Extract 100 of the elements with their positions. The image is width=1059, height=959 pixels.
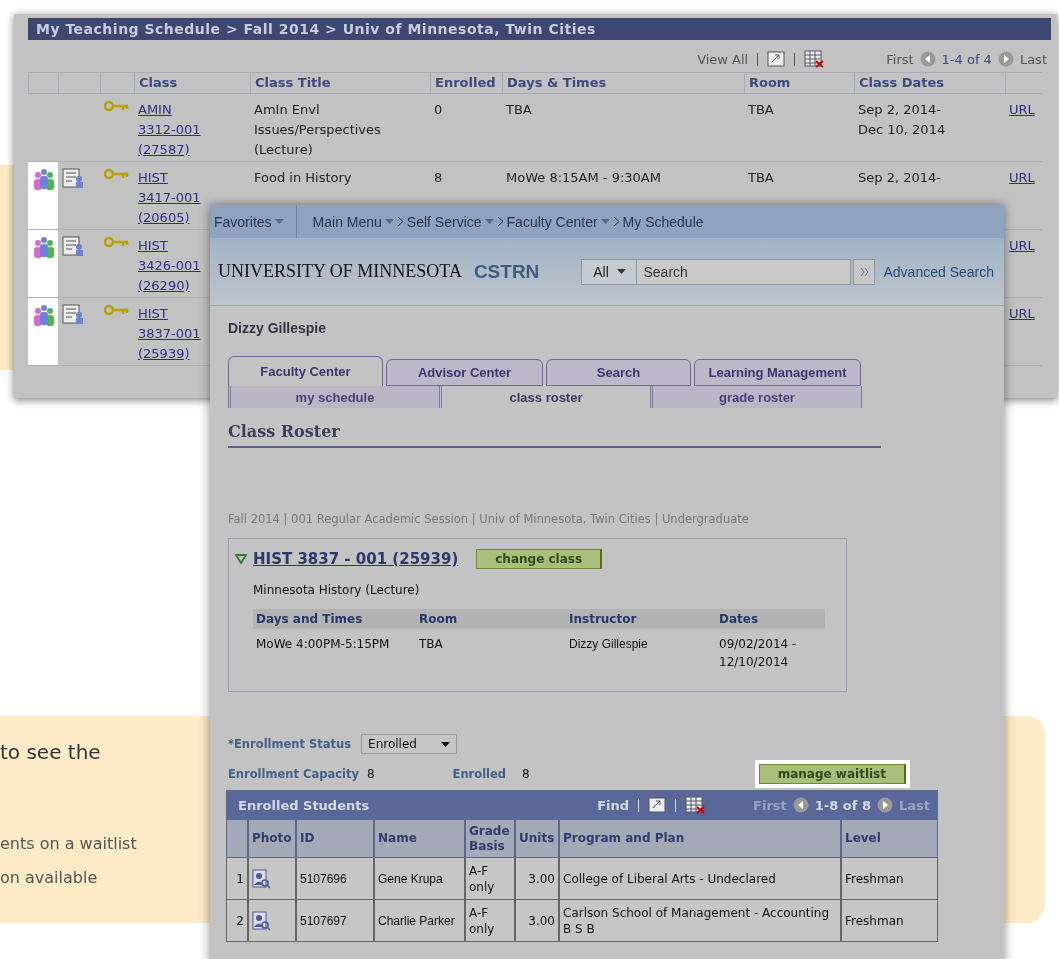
- chevron-icon: [397, 217, 403, 226]
- class-link[interactable]: (27587): [138, 140, 190, 160]
- class-link[interactable]: (25939): [138, 344, 190, 364]
- search-go-button[interactable]: [853, 258, 876, 285]
- chevron-icon: [613, 217, 619, 226]
- new-window-icon[interactable]: [648, 797, 667, 813]
- enrollment-status-dropdown[interactable]: Enrolled: [361, 734, 458, 754]
- nav-menu-item[interactable]: My Schedule: [618, 213, 708, 230]
- class-link[interactable]: HIST: [138, 236, 168, 256]
- people-icon[interactable]: [32, 168, 56, 190]
- nav-menu-item[interactable]: Favorites: [210, 213, 288, 230]
- caret-icon: [274, 219, 284, 224]
- advanced-search-link[interactable]: Advanced Search: [883, 263, 994, 280]
- people-icon[interactable]: [32, 236, 56, 258]
- callout-text: ents on a waitlist: [0, 834, 137, 853]
- class-link[interactable]: 3312-001: [138, 120, 201, 140]
- tab[interactable]: Search: [546, 359, 691, 386]
- chevron-icon: [497, 217, 503, 226]
- change-class-button[interactable]: change class: [476, 549, 603, 569]
- system-name: CSTRN: [473, 260, 540, 283]
- column-header: Program and Plan: [559, 820, 841, 858]
- view-all-link[interactable]: View All: [697, 51, 749, 67]
- tab[interactable]: Learning Management: [694, 359, 861, 386]
- column-header: Class Dates: [854, 72, 1005, 94]
- column-header: Grade Basis: [465, 820, 515, 858]
- class-title: Food in History: [254, 169, 352, 187]
- term-info: Fall 2014 | 001 Regular Academic Session | Univ of Minnesota, Twin Cities | Undergraduate: [228, 512, 750, 526]
- tab[interactable]: Advisor Center: [386, 359, 543, 386]
- days-times: TBA: [506, 101, 532, 119]
- capacity-label: Enrollment Capacity: [228, 767, 359, 781]
- enrolled-count: 0: [434, 101, 443, 119]
- last-label: Last: [899, 797, 930, 813]
- url-link[interactable]: URL: [1009, 168, 1035, 188]
- room: TBA: [748, 169, 774, 187]
- photo-icon[interactable]: [252, 910, 270, 931]
- spreadsheet-icon[interactable]: [685, 796, 706, 814]
- key-icon: [104, 236, 130, 248]
- class-dates: Dec 10, 2014: [858, 121, 946, 139]
- url-link[interactable]: URL: [1009, 304, 1035, 324]
- room: TBA: [748, 101, 774, 119]
- row-number: 1: [226, 858, 248, 900]
- days-times: MoWe 8:15AM - 9:30AM: [506, 169, 661, 187]
- callout-text: on available: [0, 868, 98, 887]
- expanded-triangle-icon[interactable]: [235, 554, 247, 564]
- class-link[interactable]: 3417-001: [138, 188, 201, 208]
- sub-tab[interactable]: my schedule: [228, 386, 439, 408]
- table-cell-text: MoWe 4:00PM-5:15PM: [255, 636, 391, 653]
- caret-icon: [441, 741, 451, 747]
- url-link[interactable]: URL: [1009, 236, 1035, 256]
- class-link[interactable]: HIST 3837 - 001 (25939): [253, 550, 459, 568]
- nav-menu-item[interactable]: Main Menu: [308, 213, 398, 230]
- class-link[interactable]: AMIN: [138, 100, 172, 120]
- sub-tab[interactable]: grade roster: [650, 386, 862, 408]
- table-cell: Gene Krupa: [374, 858, 465, 900]
- table-cell: Charlie Parker: [374, 900, 465, 942]
- column-header: Units: [515, 820, 559, 858]
- class-link[interactable]: (20605): [138, 208, 190, 228]
- first-label: First: [886, 51, 914, 67]
- class-link[interactable]: (26290): [138, 276, 190, 296]
- nav-menu-item[interactable]: Self Service: [402, 213, 498, 230]
- find-link[interactable]: Find: [597, 797, 630, 813]
- roster-icon[interactable]: [62, 168, 84, 188]
- user-name: Dizzy Gillespie: [228, 320, 328, 336]
- enrolled-count: 8: [434, 169, 443, 187]
- nav-menu-item[interactable]: Faculty Center: [502, 213, 614, 230]
- photo-icon[interactable]: [252, 868, 270, 889]
- enrolled-value: 8: [522, 767, 530, 781]
- table-cell: Freshman: [841, 900, 938, 942]
- next-icon[interactable]: [877, 797, 893, 813]
- caret-icon: [600, 219, 610, 224]
- roster-icon[interactable]: [62, 304, 84, 324]
- column-header: Days and Times: [253, 609, 416, 629]
- page-range: 1-4 of 4: [941, 51, 992, 67]
- column-header: Photo: [248, 820, 296, 858]
- column-header: Class: [134, 72, 250, 94]
- search-scope-dropdown[interactable]: All: [581, 258, 638, 285]
- class-description: Minnesota History (Lecture): [253, 583, 421, 597]
- table-cell: College of Liberal Arts - Undeclared: [559, 858, 841, 900]
- column-header: Enrolled: [430, 72, 502, 94]
- column-header: Room: [744, 72, 854, 94]
- class-dates: Sep 2, 2014-: [858, 169, 941, 187]
- class-link[interactable]: 3426-001: [138, 256, 201, 276]
- new-window-icon[interactable]: [767, 51, 786, 67]
- spreadsheet-icon[interactable]: [804, 50, 825, 68]
- roster-icon[interactable]: [62, 236, 84, 256]
- window-title: My Teaching Schedule > Fall 2014 > Univ of Minnesota, Twin Cities: [28, 18, 1051, 40]
- previous-icon[interactable]: [792, 797, 809, 813]
- class-link[interactable]: HIST: [138, 168, 168, 188]
- url-link[interactable]: URL: [1009, 100, 1035, 120]
- class-link[interactable]: HIST: [138, 304, 168, 324]
- search-field[interactable]: Search: [637, 258, 852, 285]
- next-icon[interactable]: [997, 51, 1014, 67]
- people-icon[interactable]: [32, 304, 56, 326]
- grid-title: Enrolled Students: [238, 797, 370, 813]
- previous-icon[interactable]: [919, 51, 936, 67]
- key-icon: [104, 168, 130, 180]
- class-link[interactable]: 3837-001: [138, 324, 201, 344]
- tab[interactable]: Faculty Center: [228, 356, 383, 386]
- table-cell: Carlson School of Management - Accounting B S B: [559, 900, 841, 942]
- table-cell: 5107696: [296, 858, 374, 900]
